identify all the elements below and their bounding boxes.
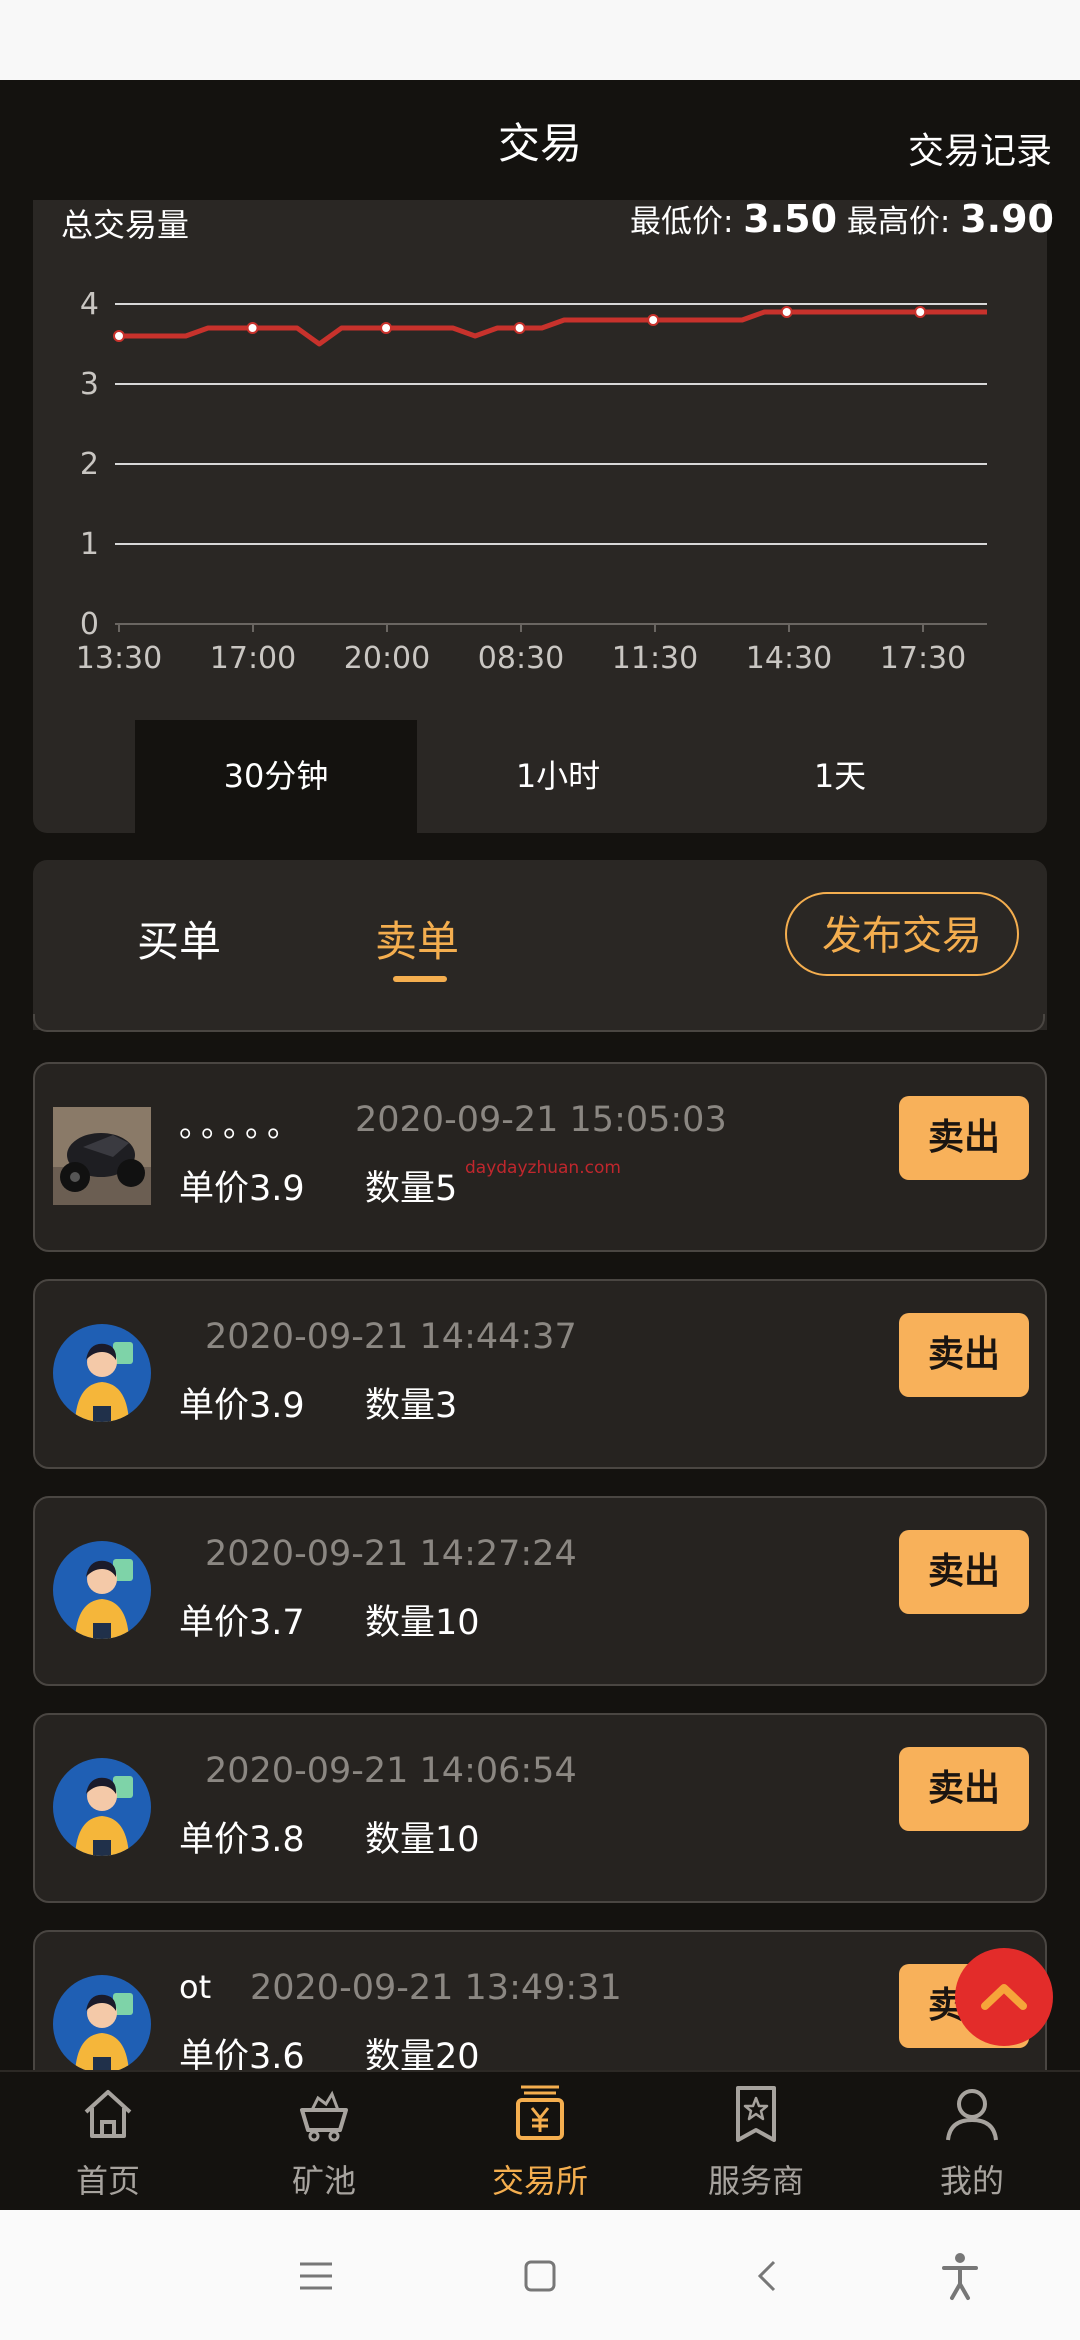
- exchange-yen-icon: [516, 2085, 564, 2140]
- data-point: [380, 322, 393, 334]
- max-price-label: 最高价:: [846, 204, 951, 240]
- watermark: daydayzhuan.com: [465, 1158, 621, 1178]
- data-point: [246, 322, 259, 334]
- order-time: 2020-09-21 14:06:54: [205, 1751, 577, 1791]
- order-row: 。。。。。 2020-09-21 15:05:03 单价3.9 数量5 dayd…: [33, 1062, 1047, 1252]
- x-tick-label: 08:30: [478, 641, 564, 676]
- order-quantity: 数量10: [365, 1820, 480, 1860]
- orders-panel: 买单 卖单 发布交易: [33, 860, 1047, 1030]
- order-time: 2020-09-21 14:27:24: [205, 1534, 577, 1574]
- y-tick-label: 0: [80, 607, 99, 642]
- cartoon-woman-avatar-icon: [53, 1541, 151, 1639]
- y-tick-label: 1: [80, 527, 99, 562]
- order-row: 2020-09-21 14:44:37 单价3.9 数量3 卖出: [33, 1279, 1047, 1469]
- app-header: 交易 交易记录: [0, 80, 1080, 200]
- order-row: 2020-09-21 14:06:54 单价3.8 数量10 卖出: [33, 1713, 1047, 1903]
- system-navigation-bar: [0, 2210, 1080, 2340]
- max-price-value: 3.90: [960, 197, 1054, 241]
- min-price-label: 最低价:: [629, 204, 734, 240]
- order-time: 2020-09-21 15:05:03: [355, 1100, 727, 1140]
- publish-trade-button[interactable]: 发布交易: [785, 892, 1019, 976]
- order-time: 2020-09-21 13:49:31: [250, 1968, 622, 2008]
- y-tick-label: 3: [80, 367, 99, 402]
- x-tick-label: 14:30: [746, 641, 832, 676]
- y-tick-label: 2: [80, 447, 99, 482]
- cartoon-woman-avatar-icon: [53, 1324, 151, 1422]
- data-point: [113, 330, 125, 342]
- nav-item-exchange[interactable]: 交易所: [432, 2072, 648, 2212]
- data-point: [914, 306, 927, 318]
- order-user-name: 。。。。。: [179, 1106, 306, 1144]
- nav-item-home[interactable]: 首页: [0, 2072, 216, 2212]
- avatar: [53, 1324, 151, 1422]
- menu-icon[interactable]: [286, 2246, 346, 2306]
- x-tick-label: 11:30: [612, 641, 698, 676]
- mining-cart-icon: [300, 2090, 348, 2142]
- avatar: [53, 1541, 151, 1639]
- nav-label: 我的: [939, 2162, 1004, 2200]
- cartoon-woman-avatar-icon: [53, 1975, 151, 2073]
- active-tab-indicator: [393, 976, 447, 982]
- avatar: [53, 1107, 151, 1205]
- order-unit-price: 单价3.7: [179, 1603, 305, 1643]
- order-row: 2020-09-21 14:27:24 单价3.7 数量10 卖出: [33, 1496, 1047, 1686]
- chart-label: 总交易量: [61, 206, 190, 244]
- sell-button[interactable]: 卖出: [899, 1096, 1029, 1180]
- nav-label: 首页: [75, 2162, 140, 2200]
- nav-item-mining-pool[interactable]: 矿池: [216, 2072, 432, 2212]
- cartoon-woman-avatar-icon: [53, 1758, 151, 1856]
- home-icon: [84, 2090, 132, 2138]
- service-badge-icon: [736, 2086, 776, 2142]
- sell-button[interactable]: 卖出: [899, 1747, 1029, 1831]
- timeframe-tab-1hour[interactable]: 1小时: [417, 720, 699, 833]
- data-point: [780, 306, 793, 318]
- data-point: [513, 322, 526, 334]
- nav-label: 交易所: [491, 2162, 588, 2200]
- motorcycle-photo-icon: [53, 1107, 151, 1205]
- nav-label: 矿池: [291, 2162, 356, 2200]
- order-unit-price: 单价3.9: [179, 1386, 305, 1426]
- x-tick-label: 17:30: [880, 641, 966, 676]
- home-square-icon[interactable]: [510, 2246, 570, 2306]
- order-quantity: 数量10: [365, 1603, 480, 1643]
- order-quantity: 数量3: [365, 1386, 458, 1426]
- avatar: [53, 1758, 151, 1856]
- nav-item-profile[interactable]: 我的: [864, 2072, 1080, 2212]
- timeframe-tab-1day[interactable]: 1天: [699, 720, 981, 833]
- price-line-chart: 0 1 2 3 4 13:30 17:00 20:00 08:30 11:30 14:30 17:30: [76, 287, 987, 676]
- profile-icon: [946, 2089, 998, 2141]
- x-tick-label: 13:30: [76, 641, 162, 676]
- trade-history-link[interactable]: 交易记录: [908, 122, 1052, 174]
- bottom-navigation: 首页 矿池 交易所 服务商 我的: [0, 2070, 1080, 2212]
- x-tick-label: 20:00: [344, 641, 430, 676]
- order-user-name: ot: [179, 1968, 212, 2006]
- nav-label: 服务商: [707, 2162, 804, 2200]
- sell-button[interactable]: 卖出: [899, 1313, 1029, 1397]
- status-bar: [0, 0, 1080, 80]
- list-separator: [33, 1014, 1045, 1032]
- y-tick-label: 4: [80, 287, 99, 322]
- avatar: [53, 1975, 151, 2073]
- back-icon[interactable]: [738, 2246, 798, 2306]
- sell-button[interactable]: 卖出: [899, 1530, 1029, 1614]
- data-point: [647, 314, 660, 326]
- accessibility-icon[interactable]: [930, 2246, 990, 2306]
- order-quantity: 数量5: [365, 1169, 458, 1209]
- price-range: 最低价: 3.50 最高价: 3.90: [630, 196, 1054, 241]
- scroll-to-top-button[interactable]: [955, 1948, 1053, 2046]
- order-unit-price: 单价3.8: [179, 1820, 305, 1860]
- order-time: 2020-09-21 14:44:37: [205, 1317, 577, 1357]
- x-tick-label: 17:00: [210, 641, 296, 676]
- buy-orders-tab[interactable]: 买单: [137, 908, 221, 969]
- min-price-value: 3.50: [743, 197, 838, 241]
- chevron-up-icon: [981, 1984, 1027, 2010]
- nav-item-service-provider[interactable]: 服务商: [648, 2072, 864, 2212]
- timeframe-tabs: 30分钟 1小时 1天: [33, 720, 1047, 833]
- timeframe-tab-30min[interactable]: 30分钟: [135, 720, 417, 833]
- sell-orders-tab[interactable]: 卖单: [375, 908, 459, 969]
- order-unit-price: 单价3.9: [179, 1169, 305, 1209]
